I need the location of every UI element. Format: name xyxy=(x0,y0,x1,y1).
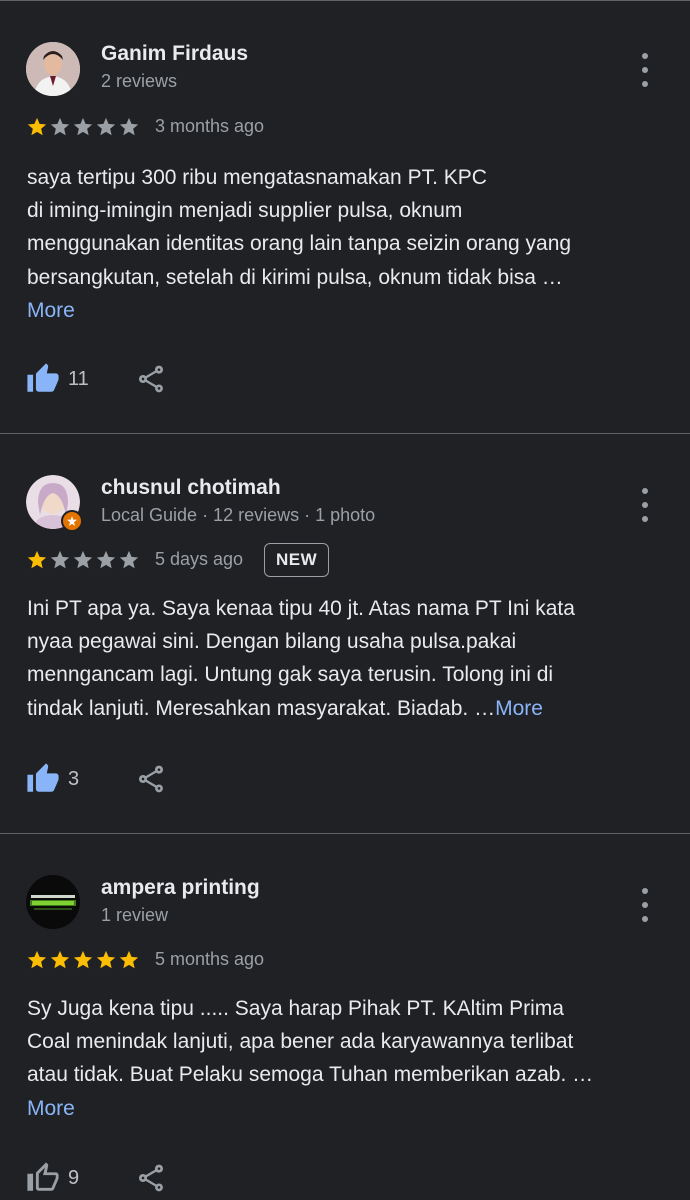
share-button[interactable] xyxy=(135,363,167,395)
review-date: 3 months ago xyxy=(155,116,265,136)
review-card: ampera printing 1 review 5 months ago Sy… xyxy=(0,834,690,1200)
star-icon xyxy=(73,117,93,136)
review-text-line: nyaa pegawai sini. Dengan bilang usaha p… xyxy=(27,630,517,654)
star-icon xyxy=(50,950,70,969)
review-text-line: menngancam lagi. Untung gak saya terusin… xyxy=(27,663,554,687)
like-count: 3 xyxy=(68,767,80,790)
like-count: 11 xyxy=(68,367,89,390)
like-button[interactable]: 9 xyxy=(26,1161,79,1195)
more-vert-icon[interactable] xyxy=(634,488,656,522)
more-link[interactable]: More xyxy=(495,697,543,720)
star-icon xyxy=(96,550,116,569)
star-rating xyxy=(26,116,140,138)
share-icon xyxy=(139,765,163,793)
like-count: 9 xyxy=(68,1166,80,1189)
thumb-up-icon xyxy=(27,763,59,792)
more-vert-icon[interactable] xyxy=(634,53,656,87)
review-text-line: saya tertipu 300 ribu mengatasnamakan PT… xyxy=(27,166,487,189)
star-icon xyxy=(119,950,139,969)
share-icon xyxy=(139,1164,163,1192)
new-badge: NEW xyxy=(264,543,330,577)
share-button[interactable] xyxy=(135,763,167,795)
review-text-line: atau tidak. Buat Pelaku semoga Tuhan mem… xyxy=(27,1063,594,1087)
more-link[interactable]: More xyxy=(27,1097,75,1120)
avatar[interactable] xyxy=(26,875,80,929)
review-text: Ini PT apa ya. Saya kenaa tipu 40 jt. At… xyxy=(27,592,647,725)
like-button[interactable]: 3 xyxy=(26,762,79,796)
review-text-line: Coal menindak lanjuti, apa bener ada kar… xyxy=(27,1030,574,1054)
star-icon xyxy=(73,950,93,969)
review-date: 5 days ago xyxy=(155,549,244,569)
star-icon xyxy=(73,550,93,569)
star-rating xyxy=(26,549,140,571)
thumb-up-icon xyxy=(27,363,59,392)
review-card: chusnul chotimah Local Guide · 12 review… xyxy=(0,434,690,834)
review-text-line: menggunakan identitas orang lain tanpa s… xyxy=(27,232,572,256)
review-date: 5 months ago xyxy=(155,949,265,969)
star-icon xyxy=(27,117,47,136)
review-text-line: bersangkutan, setelah di kirimi pulsa, o… xyxy=(27,265,563,289)
star-icon xyxy=(27,550,47,569)
review-card: Ganim Firdaus 2 reviews 3 months ago say… xyxy=(0,0,690,434)
reviewer-name[interactable]: chusnul chotimah xyxy=(101,476,281,500)
reviewer-name[interactable]: Ganim Firdaus xyxy=(101,42,248,66)
star-icon xyxy=(96,950,116,969)
reviewer-meta: Local Guide · 12 reviews · 1 photo xyxy=(101,505,376,525)
thumb-up-icon xyxy=(27,1162,59,1191)
review-text-line: Sy Juga kena tipu ..... Saya harap Pihak… xyxy=(27,997,564,1020)
review-text: saya tertipu 300 ribu mengatasnamakan PT… xyxy=(27,161,647,327)
star-icon xyxy=(119,117,139,136)
star-icon xyxy=(50,117,70,136)
avatar[interactable] xyxy=(26,42,80,96)
star-icon xyxy=(119,550,139,569)
reviewer-name[interactable]: ampera printing xyxy=(101,876,260,900)
star-rating xyxy=(26,949,140,971)
reviewer-meta: 1 review xyxy=(101,905,169,925)
review-text-line: di iming-imingin menjadi supplier pulsa,… xyxy=(27,199,463,223)
review-text-line: tindak lanjuti. Meresahkan masyarakat. B… xyxy=(27,696,496,720)
reviewer-meta: 2 reviews xyxy=(101,71,178,91)
avatar[interactable] xyxy=(26,475,83,532)
star-icon xyxy=(50,550,70,569)
star-icon xyxy=(27,950,47,969)
review-text-line: Ini PT apa ya. Saya kenaa tipu 40 jt. At… xyxy=(27,597,575,620)
star-icon xyxy=(96,117,116,136)
more-vert-icon[interactable] xyxy=(634,888,656,922)
review-text: Sy Juga kena tipu ..... Saya harap Pihak… xyxy=(27,992,647,1125)
like-button[interactable]: 11 xyxy=(26,362,89,396)
local-guide-icon xyxy=(61,510,83,532)
more-link[interactable]: More xyxy=(27,299,75,322)
share-button[interactable] xyxy=(135,1162,167,1194)
share-icon xyxy=(139,365,163,393)
